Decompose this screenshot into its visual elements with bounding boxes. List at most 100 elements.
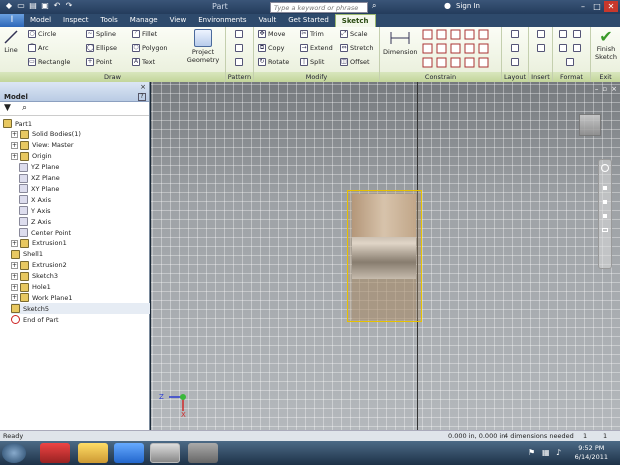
tree-item[interactable]: + Work Plane1 [11,292,73,303]
steering-wheel-icon[interactable] [601,164,609,172]
tree-item[interactable]: Part1 [3,118,32,129]
rectangle-button[interactable]: ▭ Rectangle [28,58,70,66]
arc-button[interactable]: ⌒ Arc [28,44,49,52]
binoculars-icon[interactable]: ⌕ [372,1,376,11]
tree-item[interactable]: Y Axis [19,205,51,216]
explorer-icon[interactable] [78,443,108,463]
expand-icon[interactable]: + [11,130,18,138]
mirror-icon[interactable] [235,58,243,66]
center-point-icon[interactable] [559,44,567,52]
start-button-icon[interactable] [2,443,26,463]
show-format-icon[interactable] [566,58,574,66]
maximize-button[interactable]: □ [590,1,604,12]
tree-item[interactable]: Sketch5 [11,303,150,315]
polygon-button[interactable]: ⬡ Polygon [132,44,168,52]
tree-item[interactable]: + Extrusion1 [11,238,67,249]
network-icon[interactable]: ▦ [542,448,550,457]
copy-button[interactable]: ⧉ Copy [258,44,285,52]
ellipse-button[interactable]: ◯ Ellipse [86,44,117,52]
tree-item[interactable]: + Origin [11,151,52,162]
make-part-icon[interactable] [511,30,519,38]
user-icon[interactable]: ● [444,1,451,10]
tab-sketch[interactable]: Sketch [334,13,376,28]
browser-title-dropdown[interactable]: Model [4,93,28,101]
point-button[interactable]: + Point [86,58,112,66]
graphics-window[interactable]: – ▫ × Z X [151,82,620,430]
tab-view[interactable]: View [164,14,193,27]
expand-icon[interactable]: + [11,294,18,302]
viewport-restore-icon[interactable]: ▫ [602,85,607,93]
sketch-profile[interactable] [347,190,422,322]
create-block-icon[interactable] [511,58,519,66]
text-button[interactable]: A Text [132,58,155,66]
app-logo-icon[interactable]: ◆ [4,1,14,11]
tree-item[interactable]: Center Point [19,227,71,238]
fillet-button[interactable]: ◜ Fillet [132,30,157,38]
orbit-icon[interactable] [603,214,607,218]
scale-button[interactable]: ⤢ Scale [340,30,368,38]
offset-button[interactable]: ◫ Offset [340,58,370,66]
construction-icon[interactable] [559,30,567,38]
tree-item[interactable]: YZ Plane [19,162,59,173]
tab-tools[interactable]: Tools [95,14,124,27]
driven-dimension-icon[interactable] [573,44,581,52]
line-button[interactable]: Line [3,29,19,54]
viewport-minimize-icon[interactable]: – [595,85,599,93]
stretch-button[interactable]: ⇔ Stretch [340,44,373,52]
expand-icon[interactable]: + [11,272,18,280]
rectangular-pattern-icon[interactable] [235,30,243,38]
tree-item[interactable]: + Hole1 [11,282,51,293]
paint-taskbar-icon[interactable] [188,443,218,463]
browser-help-button[interactable]: ? [138,93,146,101]
tree-item[interactable]: + Extrusion2 [11,260,67,271]
flag-icon[interactable]: ⚑ [528,448,535,457]
tab-model[interactable]: Model [24,14,57,27]
constraint-icons-grid[interactable] [422,29,500,71]
tree-item[interactable]: XY Plane [19,183,59,194]
tab-manage[interactable]: Manage [124,14,164,27]
move-button[interactable]: ✥ Move [258,30,285,38]
close-button[interactable]: ✕ [604,1,618,12]
zoom-icon[interactable] [603,200,607,204]
undo-icon[interactable]: ↶ [52,1,62,11]
open-icon[interactable]: ▤ [28,1,38,11]
tab-get-started[interactable]: Get Started [282,14,335,27]
expand-icon[interactable]: + [11,141,18,149]
split-button[interactable]: | Split [300,58,324,66]
pan-icon[interactable] [603,186,607,190]
new-icon[interactable]: ▭ [16,1,26,11]
look-at-icon[interactable] [602,228,608,232]
finish-sketch-button[interactable]: ✔ Finish Sketch [593,28,619,61]
internet-explorer-icon[interactable] [114,443,144,463]
viewcube-icon[interactable] [579,114,601,136]
sign-in-link[interactable]: Sign In [456,2,480,10]
inventor-taskbar-icon[interactable] [150,443,180,463]
volume-icon[interactable]: ♪ [556,448,561,457]
expand-icon[interactable]: + [11,283,18,291]
expand-icon[interactable]: + [11,152,18,160]
tree-item[interactable]: + Sketch3 [11,271,58,282]
tree-item[interactable]: Shell1 [11,249,43,260]
project-geometry-button[interactable]: Project Geometry [184,29,222,64]
tree-item[interactable]: X Axis [19,194,51,205]
rotate-button[interactable]: ↻ Rotate [258,58,289,66]
taskbar-clock[interactable]: 9:52 PM 6/14/2011 [575,444,608,462]
find-icon[interactable]: ⌕ [22,103,27,113]
redo-icon[interactable]: ↷ [64,1,74,11]
minimize-button[interactable]: – [576,1,590,12]
viewport-close-icon[interactable]: × [611,85,617,93]
search-input[interactable] [270,2,368,13]
tab-inspect[interactable]: Inspect [57,14,95,27]
insert-image-icon[interactable] [537,30,545,38]
import-points-icon[interactable] [537,44,545,52]
circular-pattern-icon[interactable] [235,44,243,52]
tab-environments[interactable]: Environments [192,14,252,27]
filter-icon[interactable]: ▼ [4,103,11,113]
tree-item[interactable]: XZ Plane [19,173,60,184]
dimension-button[interactable]: Dimension [383,29,418,56]
app-pinned-icon[interactable] [40,443,70,463]
tab-vault[interactable]: Vault [253,14,283,27]
save-icon[interactable]: ▣ [40,1,50,11]
expand-icon[interactable]: + [11,239,18,247]
circle-button[interactable]: ○ Circle [28,30,56,38]
